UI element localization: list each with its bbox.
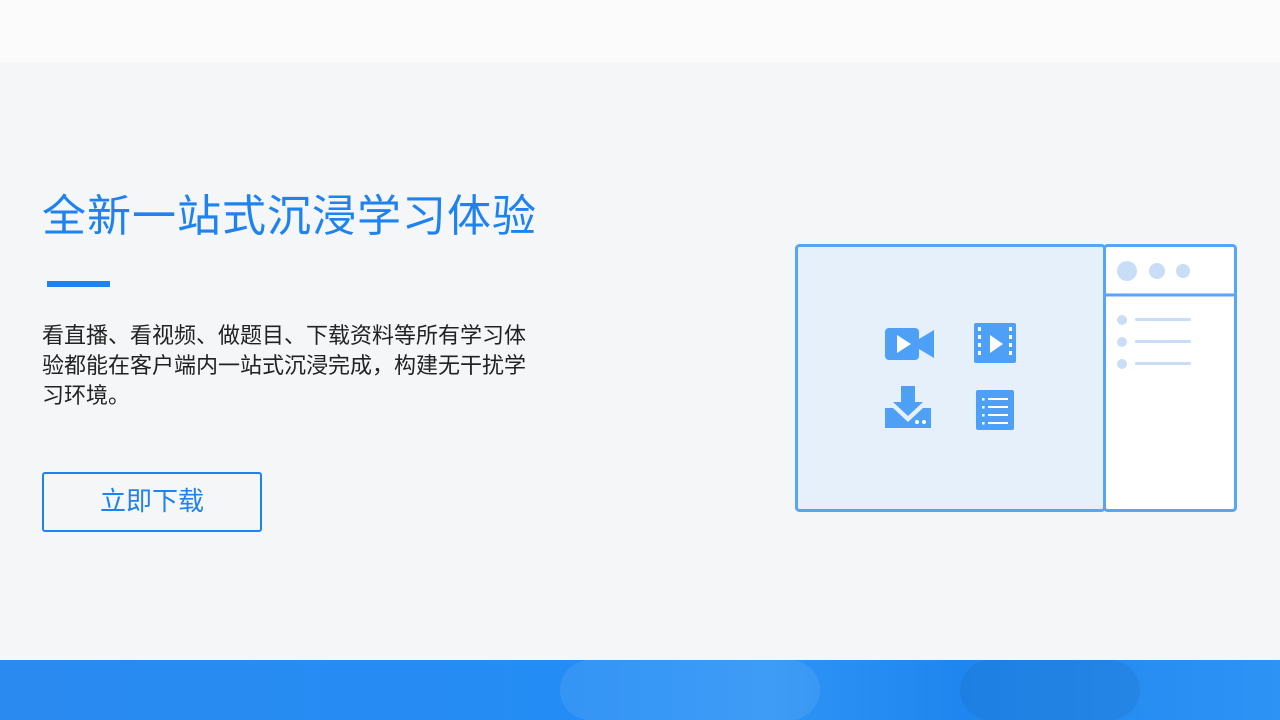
illustration-main-pane bbox=[795, 244, 1106, 512]
hero-description: 看直播、看视频、做题目、下载资料等所有学习体验都能在客户端内一站式沉浸完成，构建… bbox=[42, 324, 527, 409]
top-header-strip bbox=[0, 0, 1280, 62]
document-list-icon bbox=[976, 390, 1014, 430]
bottom-banner bbox=[0, 660, 1280, 720]
download-button[interactable]: 立即下载 bbox=[42, 472, 262, 532]
client-window-illustration bbox=[795, 244, 1237, 512]
film-play-icon bbox=[974, 323, 1016, 363]
illustration-side-pane bbox=[1103, 244, 1237, 512]
title-underline bbox=[47, 281, 110, 287]
hero-title: 全新一站式沉浸学习体验 bbox=[42, 191, 537, 242]
